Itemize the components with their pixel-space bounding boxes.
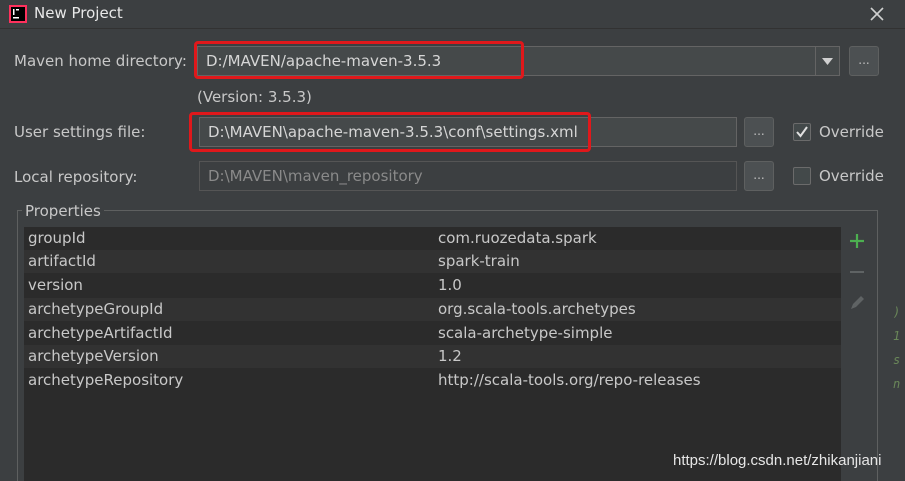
property-value: com.ruozedata.spark <box>438 229 597 247</box>
check-icon <box>796 126 808 138</box>
table-row[interactable]: groupId com.ruozedata.spark <box>24 227 841 250</box>
maven-home-browse-button[interactable]: ... <box>849 46 879 76</box>
property-value: http://scala-tools.org/repo-releases <box>438 371 701 389</box>
table-row[interactable]: version 1.0 <box>24 274 841 297</box>
table-row[interactable]: archetypeRepository http://scala-tools.o… <box>24 369 841 392</box>
property-key: version <box>28 276 83 294</box>
user-settings-override-label: Override <box>819 123 884 141</box>
window-title: New Project <box>34 4 123 22</box>
maven-home-field[interactable]: D:/MAVEN/apache-maven-3.5.3 <box>197 46 816 76</box>
property-value: 1.2 <box>438 347 462 365</box>
table-row[interactable]: archetypeVersion 1.2 <box>24 345 841 368</box>
property-key: archetypeVersion <box>28 347 159 365</box>
close-icon[interactable] <box>866 3 888 25</box>
property-value: scala-archetype-simple <box>438 324 613 342</box>
table-row[interactable]: archetypeGroupId org.scala-tools.archety… <box>24 298 841 321</box>
background-editor-fragment: ) 1 s n <box>893 300 905 440</box>
local-repo-field[interactable]: D:\MAVEN\maven_repository <box>199 161 737 191</box>
editor-line: n <box>893 377 901 391</box>
property-value: org.scala-tools.archetypes <box>438 300 636 318</box>
user-settings-label: User settings file: <box>14 123 146 141</box>
pencil-icon[interactable] <box>846 292 868 314</box>
intellij-idea-icon <box>9 5 27 23</box>
editor-line: s <box>893 353 901 367</box>
property-key: artifactId <box>28 252 96 270</box>
local-repo-override-label: Override <box>819 167 884 185</box>
properties-table: groupId com.ruozedata.spark artifactId s… <box>24 227 841 481</box>
user-settings-browse-button[interactable]: ... <box>744 117 774 147</box>
property-key: archetypeRepository <box>28 371 184 389</box>
plus-icon[interactable] <box>846 230 868 252</box>
maven-home-label: Maven home directory: <box>14 52 187 70</box>
editor-line: 1 <box>893 329 901 343</box>
user-settings-override-checkbox[interactable] <box>793 123 811 141</box>
property-key: archetypeArtifactId <box>28 324 173 342</box>
user-settings-field[interactable]: D:\MAVEN\apache-maven-3.5.3\conf\setting… <box>199 117 737 147</box>
property-key: groupId <box>28 229 86 247</box>
property-value: 1.0 <box>438 276 462 294</box>
local-repo-label: Local repository: <box>14 168 138 186</box>
local-repo-override-checkbox[interactable] <box>793 167 811 185</box>
table-row[interactable]: archetypeArtifactId scala-archetype-simp… <box>24 322 841 345</box>
chevron-down-icon <box>822 58 833 65</box>
editor-line: ) <box>893 305 901 319</box>
properties-title: Properties <box>22 202 104 220</box>
property-key: archetypeGroupId <box>28 300 164 318</box>
maven-version-text: (Version: 3.5.3) <box>197 88 312 106</box>
watermark: https://blog.csdn.net/zhikanjiani <box>673 452 882 469</box>
local-repo-browse-button[interactable]: ... <box>744 161 774 191</box>
maven-home-dropdown-button[interactable] <box>815 46 840 76</box>
minus-icon[interactable] <box>846 261 868 283</box>
table-row[interactable]: artifactId spark-train <box>24 250 841 273</box>
property-value: spark-train <box>438 252 520 270</box>
title-bar: New Project <box>0 0 905 29</box>
